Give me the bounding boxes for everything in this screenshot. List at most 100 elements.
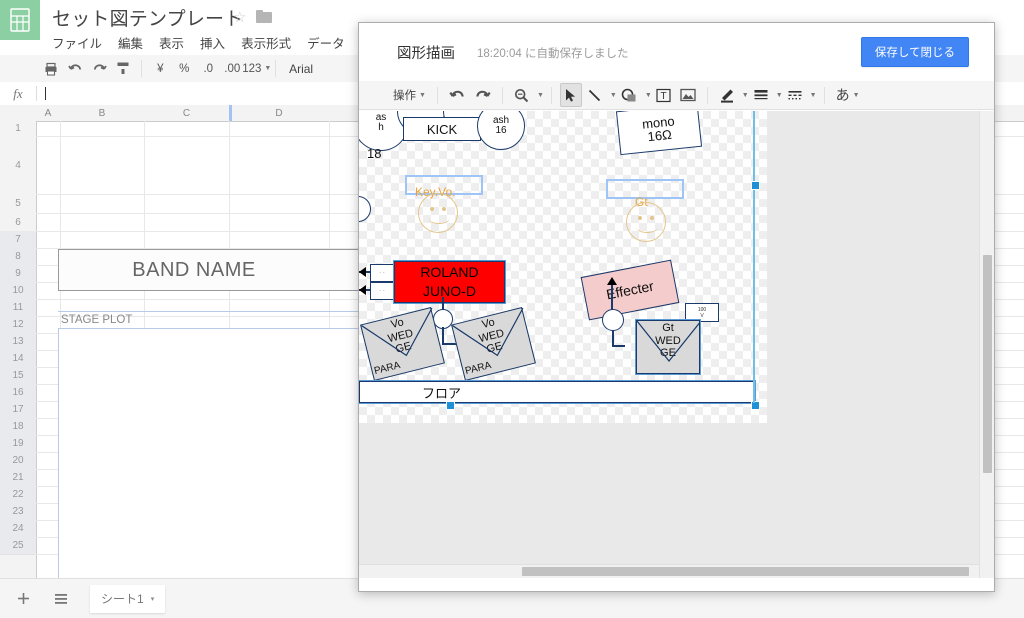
sheet-tab-sheet1[interactable]: シート1 ▾ <box>90 584 166 613</box>
row-header-15[interactable]: 15 <box>0 367 36 385</box>
redo-icon[interactable] <box>471 83 494 107</box>
column-header-c[interactable]: C <box>144 105 230 121</box>
guitar-face[interactable] <box>626 202 666 242</box>
line-weight-chevron-down-icon[interactable]: ▼ <box>776 92 783 99</box>
sheets-logo[interactable] <box>0 0 40 40</box>
zoom-icon[interactable] <box>511 83 533 107</box>
row-header-14[interactable]: 14 <box>0 350 36 368</box>
percent-format-button[interactable]: % <box>173 57 195 80</box>
print-icon[interactable] <box>40 57 62 80</box>
add-sheet-icon[interactable] <box>8 584 38 614</box>
select-all-corner[interactable] <box>0 105 37 121</box>
chevron-down-icon[interactable]: ▾ <box>151 595 155 603</box>
row-header-9[interactable]: 9 <box>0 265 36 283</box>
cell-band-name[interactable]: BAND NAME <box>58 249 330 291</box>
row-header-25[interactable]: 25 <box>0 537 36 555</box>
row-header-17[interactable]: 17 <box>0 401 36 419</box>
canvas-horizontal-scrollbar[interactable] <box>359 564 980 578</box>
actions-menu-button[interactable]: 操作 ▼ <box>390 83 429 107</box>
undo-icon[interactable] <box>446 83 469 107</box>
canvas-sheet[interactable]: as h 18 KICK ash 16 mono 16Ω Key.Vo. Gt … <box>359 111 767 423</box>
shape-chevron-down-icon[interactable]: ▼ <box>645 92 652 99</box>
decrease-decimal-button[interactable]: .0 <box>197 57 219 80</box>
document-title[interactable]: セット図テンプレート <box>52 4 243 31</box>
vocal-wedge-right[interactable]: Vo WED GE <box>451 307 536 381</box>
column-header-d[interactable]: D <box>229 105 330 121</box>
row-header-16[interactable]: 16 <box>0 384 36 402</box>
effector-box[interactable]: Effecter <box>580 259 680 321</box>
select-arrow-icon[interactable] <box>559 83 582 107</box>
row-header-21[interactable]: 21 <box>0 469 36 487</box>
cell-stage-plot[interactable]: STAGE PLOT <box>58 312 148 327</box>
row-header-1[interactable]: 1 <box>0 121 36 137</box>
text-box-icon[interactable]: T <box>653 83 675 107</box>
row-header-11[interactable]: 11 <box>0 299 36 317</box>
image-icon[interactable] <box>677 83 699 107</box>
kick-drum[interactable]: KICK <box>403 117 481 141</box>
row-header-7[interactable]: 7 <box>0 231 36 249</box>
row-header-22[interactable]: 22 <box>0 486 36 504</box>
row-header-4[interactable]: 4 <box>0 136 36 195</box>
guitar-mic-circle[interactable] <box>602 309 624 331</box>
menu-item-edit[interactable]: 編集 <box>118 33 143 52</box>
star-icon[interactable]: ☆ <box>233 10 246 25</box>
di-box-bottom[interactable]: · · <box>370 282 394 300</box>
text-options-button[interactable]: あ ▼ <box>833 83 863 107</box>
folder-icon[interactable] <box>256 10 272 23</box>
row-header-6[interactable]: 6 <box>0 213 36 232</box>
menu-item-data[interactable]: データ <box>307 33 345 52</box>
more-formats-button[interactable]: 123 ▼ <box>242 57 271 80</box>
redo-icon[interactable] <box>88 57 110 80</box>
canvas-hscroll-thumb[interactable] <box>522 567 969 576</box>
menu-item-view[interactable]: 表示 <box>159 33 184 52</box>
row-header-12[interactable]: 12 <box>0 316 36 334</box>
fill-color-chevron-down-icon[interactable]: ▼ <box>742 92 749 99</box>
save-and-close-button[interactable]: 保存して閉じる <box>860 37 969 67</box>
key-vocal-face[interactable] <box>418 193 458 233</box>
hi-hat[interactable] <box>359 196 371 222</box>
di-box-top[interactable]: · · <box>370 264 394 282</box>
menu-item-insert[interactable]: 挿入 <box>200 33 225 52</box>
row-header-13[interactable]: 13 <box>0 333 36 351</box>
column-resize-indicator[interactable] <box>229 105 232 121</box>
menu-item-file[interactable]: ファイル <box>52 33 102 52</box>
column-header-a[interactable]: A <box>36 105 61 121</box>
row-header-23[interactable]: 23 <box>0 503 36 521</box>
zoom-chevron-down-icon[interactable]: ▼ <box>537 92 544 99</box>
line-icon[interactable] <box>584 83 606 107</box>
undo-icon[interactable] <box>64 57 86 80</box>
shape-icon[interactable] <box>618 83 641 107</box>
row-header-8[interactable]: 8 <box>0 248 36 266</box>
vertical-line-handle-mid[interactable] <box>751 181 760 190</box>
paint-format-icon[interactable] <box>112 57 134 80</box>
row-header-19[interactable]: 19 <box>0 435 36 453</box>
crash-cymbal-right[interactable]: ash 16 <box>477 111 525 150</box>
formula-input-caret[interactable] <box>45 87 46 100</box>
increase-decimal-button[interactable]: .00 <box>221 57 243 80</box>
menu-item-format[interactable]: 表示形式 <box>241 33 291 52</box>
vocal-wedge-left[interactable]: Vo WED GE <box>360 307 445 381</box>
row-header-10[interactable]: 10 <box>0 282 36 300</box>
all-sheets-icon[interactable] <box>46 584 76 614</box>
line-dash-chevron-down-icon[interactable]: ▼ <box>810 92 817 99</box>
formula-bar-divider <box>36 86 37 101</box>
row-header-18[interactable]: 18 <box>0 418 36 436</box>
currency-format-button[interactable]: ¥ <box>149 57 171 80</box>
row-header-24[interactable]: 24 <box>0 520 36 538</box>
canvas-vscroll-thumb[interactable] <box>983 255 992 473</box>
line-chevron-down-icon[interactable]: ▼ <box>610 92 617 99</box>
column-header-b[interactable]: B <box>60 105 145 121</box>
drawing-canvas[interactable]: as h 18 KICK ash 16 mono 16Ω Key.Vo. Gt … <box>359 111 980 578</box>
mono-speaker[interactable]: mono 16Ω <box>615 111 703 156</box>
row-header-5[interactable]: 5 <box>0 194 36 214</box>
fill-color-icon[interactable] <box>716 83 738 107</box>
di-arrowhead-bottom <box>359 285 366 295</box>
selected-vertical-line[interactable] <box>753 111 755 403</box>
line-dash-icon[interactable] <box>784 83 806 107</box>
floor-handle-bottom-left[interactable] <box>446 401 455 410</box>
canvas-vertical-scrollbar[interactable] <box>979 111 994 578</box>
row-header-20[interactable]: 20 <box>0 452 36 470</box>
keyboard-mic-circle[interactable] <box>433 309 453 329</box>
font-name-select[interactable]: Arial <box>283 57 353 80</box>
line-weight-icon[interactable] <box>750 83 772 107</box>
